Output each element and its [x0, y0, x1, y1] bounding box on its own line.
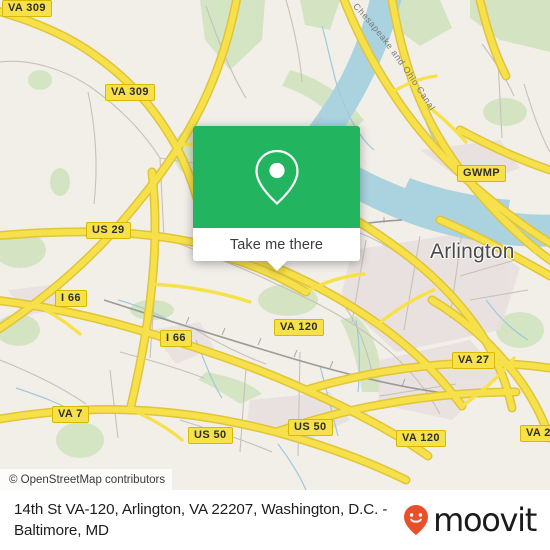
road-shield-va-7[interactable]: VA 7	[52, 406, 89, 423]
road-shield-va-309-north[interactable]: VA 309	[2, 0, 52, 17]
location-title: 14th St VA-120, Arlington, VA 22207, Was…	[14, 501, 388, 539]
popup-header	[193, 126, 360, 228]
map-attribution[interactable]: © OpenStreetMap contributors	[0, 469, 173, 490]
map-viewport[interactable]: Chesapeake and Ohio Canal VA 309 VA 309 …	[0, 0, 550, 490]
road-shield-us-29[interactable]: US 29	[86, 222, 131, 239]
location-popup-card[interactable]: Take me there	[193, 126, 360, 271]
popup-action-bar[interactable]: Take me there	[193, 228, 360, 261]
road-shield-va-24[interactable]: VA 24	[520, 425, 550, 442]
road-shield-us-50[interactable]: US 50	[288, 419, 333, 436]
footer-bar: 14th St VA-120, Arlington, VA 22207, Was…	[0, 490, 550, 550]
road-shield-va-27[interactable]: VA 27	[452, 352, 496, 369]
moovit-wordmark: moovit	[433, 501, 537, 539]
road-shield-va-120-north[interactable]: VA 120	[274, 319, 324, 336]
road-shield-i-66-west[interactable]: I 66	[55, 290, 87, 307]
popup-pointer-tail	[265, 260, 288, 271]
city-label-arlington: Arlington	[430, 240, 515, 263]
road-shield-va-309[interactable]: VA 309	[105, 84, 155, 101]
moovit-logo[interactable]: moovit	[403, 501, 537, 539]
moovit-map-screenshot: Chesapeake and Ohio Canal VA 309 VA 309 …	[0, 0, 550, 550]
road-shield-us-50-west[interactable]: US 50	[188, 427, 233, 444]
road-shield-va-120[interactable]: VA 120	[396, 430, 446, 447]
road-shield-gwmp[interactable]: GWMP	[457, 165, 507, 182]
road-shield-i-66[interactable]: I 66	[160, 330, 192, 347]
attribution-text: © OpenStreetMap contributors	[9, 473, 166, 486]
map-pin-icon	[254, 149, 299, 206]
moovit-smiling-pin-icon	[404, 505, 429, 535]
take-me-there-label: Take me there	[229, 236, 324, 253]
